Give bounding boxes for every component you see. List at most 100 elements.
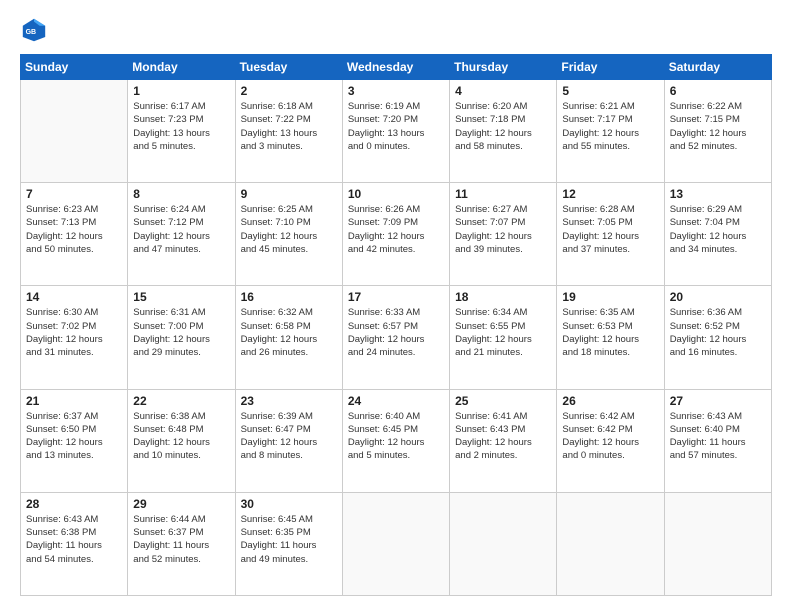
day-info: Sunrise: 6:43 AM Sunset: 6:40 PM Dayligh…	[670, 410, 766, 463]
calendar-cell: 22 Sunrise: 6:38 AM Sunset: 6:48 PM Dayli…	[128, 389, 235, 492]
day-info: Sunrise: 6:23 AM Sunset: 7:13 PM Dayligh…	[26, 203, 122, 256]
day-number: 7	[26, 187, 122, 201]
calendar-cell: 30 Sunrise: 6:45 AM Sunset: 6:35 PM Dayli…	[235, 492, 342, 595]
day-number: 13	[670, 187, 766, 201]
calendar-cell: 24Sunrise: 6:40 AM Sunset: 6:45 PM Dayli…	[342, 389, 449, 492]
day-info: Sunrise: 6:17 AM Sunset: 7:23 PM Dayligh…	[133, 100, 229, 153]
calendar-cell: 27 Sunrise: 6:43 AM Sunset: 6:40 PM Dayli…	[664, 389, 771, 492]
calendar-cell: 16 Sunrise: 6:32 AM Sunset: 6:58 PM Dayli…	[235, 286, 342, 389]
day-number: 19	[562, 290, 658, 304]
logo-icon: GB	[20, 16, 48, 44]
day-number: 3	[348, 84, 444, 98]
calendar-cell: 25 Sunrise: 6:41 AM Sunset: 6:43 PM Dayli…	[450, 389, 557, 492]
day-number: 17	[348, 290, 444, 304]
week-row-1: 7 Sunrise: 6:23 AM Sunset: 7:13 PM Daylig…	[21, 183, 772, 286]
header: GB	[20, 16, 772, 44]
day-number: 21	[26, 394, 122, 408]
day-number: 14	[26, 290, 122, 304]
day-number: 12	[562, 187, 658, 201]
day-info: Sunrise: 6:33 AM Sunset: 6:57 PM Dayligh…	[348, 306, 444, 359]
day-number: 30	[241, 497, 337, 511]
calendar-cell	[342, 492, 449, 595]
weekday-header-sunday: Sunday	[21, 55, 128, 80]
weekday-header-saturday: Saturday	[664, 55, 771, 80]
day-info: Sunrise: 6:27 AM Sunset: 7:07 PM Dayligh…	[455, 203, 551, 256]
calendar-cell: 26 Sunrise: 6:42 AM Sunset: 6:42 PM Dayli…	[557, 389, 664, 492]
day-number: 26	[562, 394, 658, 408]
week-row-0: 1 Sunrise: 6:17 AM Sunset: 7:23 PM Daylig…	[21, 80, 772, 183]
day-number: 15	[133, 290, 229, 304]
day-info: Sunrise: 6:38 AM Sunset: 6:48 PM Dayligh…	[133, 410, 229, 463]
day-info: Sunrise: 6:34 AM Sunset: 6:55 PM Dayligh…	[455, 306, 551, 359]
calendar-cell: 8 Sunrise: 6:24 AM Sunset: 7:12 PM Daylig…	[128, 183, 235, 286]
day-info: Sunrise: 6:25 AM Sunset: 7:10 PM Dayligh…	[241, 203, 337, 256]
week-row-4: 28Sunrise: 6:43 AM Sunset: 6:38 PM Dayli…	[21, 492, 772, 595]
calendar-cell	[557, 492, 664, 595]
calendar-cell: 10 Sunrise: 6:26 AM Sunset: 7:09 PM Dayli…	[342, 183, 449, 286]
day-number: 23	[241, 394, 337, 408]
day-info: Sunrise: 6:29 AM Sunset: 7:04 PM Dayligh…	[670, 203, 766, 256]
day-number: 8	[133, 187, 229, 201]
calendar-cell: 28Sunrise: 6:43 AM Sunset: 6:38 PM Dayli…	[21, 492, 128, 595]
day-number: 11	[455, 187, 551, 201]
day-info: Sunrise: 6:20 AM Sunset: 7:18 PM Dayligh…	[455, 100, 551, 153]
day-number: 10	[348, 187, 444, 201]
day-number: 25	[455, 394, 551, 408]
calendar-cell: 29 Sunrise: 6:44 AM Sunset: 6:37 PM Dayli…	[128, 492, 235, 595]
svg-text:GB: GB	[26, 29, 36, 36]
calendar-cell: 20 Sunrise: 6:36 AM Sunset: 6:52 PM Dayli…	[664, 286, 771, 389]
calendar-cell: 14 Sunrise: 6:30 AM Sunset: 7:02 PM Dayli…	[21, 286, 128, 389]
day-number: 5	[562, 84, 658, 98]
day-info: Sunrise: 6:41 AM Sunset: 6:43 PM Dayligh…	[455, 410, 551, 463]
calendar-cell: 9 Sunrise: 6:25 AM Sunset: 7:10 PM Daylig…	[235, 183, 342, 286]
day-info: Sunrise: 6:44 AM Sunset: 6:37 PM Dayligh…	[133, 513, 229, 566]
day-info: Sunrise: 6:32 AM Sunset: 6:58 PM Dayligh…	[241, 306, 337, 359]
calendar-cell	[664, 492, 771, 595]
calendar-cell: 1 Sunrise: 6:17 AM Sunset: 7:23 PM Daylig…	[128, 80, 235, 183]
day-number: 22	[133, 394, 229, 408]
calendar-table: SundayMondayTuesdayWednesdayThursdayFrid…	[20, 54, 772, 596]
day-info: Sunrise: 6:26 AM Sunset: 7:09 PM Dayligh…	[348, 203, 444, 256]
calendar-cell: 15 Sunrise: 6:31 AM Sunset: 7:00 PM Dayli…	[128, 286, 235, 389]
day-info: Sunrise: 6:30 AM Sunset: 7:02 PM Dayligh…	[26, 306, 122, 359]
day-number: 29	[133, 497, 229, 511]
day-info: Sunrise: 6:36 AM Sunset: 6:52 PM Dayligh…	[670, 306, 766, 359]
day-info: Sunrise: 6:42 AM Sunset: 6:42 PM Dayligh…	[562, 410, 658, 463]
day-info: Sunrise: 6:35 AM Sunset: 6:53 PM Dayligh…	[562, 306, 658, 359]
calendar-cell: 5Sunrise: 6:21 AM Sunset: 7:17 PM Daylig…	[557, 80, 664, 183]
weekday-header-monday: Monday	[128, 55, 235, 80]
logo: GB	[20, 16, 54, 44]
calendar-cell	[21, 80, 128, 183]
calendar-cell: 13 Sunrise: 6:29 AM Sunset: 7:04 PM Dayli…	[664, 183, 771, 286]
day-info: Sunrise: 6:45 AM Sunset: 6:35 PM Dayligh…	[241, 513, 337, 566]
calendar-cell: 17 Sunrise: 6:33 AM Sunset: 6:57 PM Dayli…	[342, 286, 449, 389]
day-number: 6	[670, 84, 766, 98]
day-info: Sunrise: 6:28 AM Sunset: 7:05 PM Dayligh…	[562, 203, 658, 256]
weekday-header-tuesday: Tuesday	[235, 55, 342, 80]
calendar-cell: 6 Sunrise: 6:22 AM Sunset: 7:15 PM Daylig…	[664, 80, 771, 183]
calendar-cell: 4Sunrise: 6:20 AM Sunset: 7:18 PM Daylig…	[450, 80, 557, 183]
calendar-cell	[450, 492, 557, 595]
day-number: 1	[133, 84, 229, 98]
day-info: Sunrise: 6:37 AM Sunset: 6:50 PM Dayligh…	[26, 410, 122, 463]
day-number: 27	[670, 394, 766, 408]
day-number: 9	[241, 187, 337, 201]
day-info: Sunrise: 6:24 AM Sunset: 7:12 PM Dayligh…	[133, 203, 229, 256]
day-number: 20	[670, 290, 766, 304]
calendar-cell: 23Sunrise: 6:39 AM Sunset: 6:47 PM Dayli…	[235, 389, 342, 492]
week-row-2: 14 Sunrise: 6:30 AM Sunset: 7:02 PM Dayli…	[21, 286, 772, 389]
day-info: Sunrise: 6:40 AM Sunset: 6:45 PM Dayligh…	[348, 410, 444, 463]
calendar-cell: 12 Sunrise: 6:28 AM Sunset: 7:05 PM Dayli…	[557, 183, 664, 286]
day-number: 28	[26, 497, 122, 511]
calendar-cell: 11 Sunrise: 6:27 AM Sunset: 7:07 PM Dayli…	[450, 183, 557, 286]
day-info: Sunrise: 6:19 AM Sunset: 7:20 PM Dayligh…	[348, 100, 444, 153]
weekday-header-friday: Friday	[557, 55, 664, 80]
day-number: 18	[455, 290, 551, 304]
calendar-cell: 21 Sunrise: 6:37 AM Sunset: 6:50 PM Dayli…	[21, 389, 128, 492]
calendar-cell: 7 Sunrise: 6:23 AM Sunset: 7:13 PM Daylig…	[21, 183, 128, 286]
day-info: Sunrise: 6:31 AM Sunset: 7:00 PM Dayligh…	[133, 306, 229, 359]
weekday-header-thursday: Thursday	[450, 55, 557, 80]
calendar-cell: 3 Sunrise: 6:19 AM Sunset: 7:20 PM Daylig…	[342, 80, 449, 183]
day-info: Sunrise: 6:22 AM Sunset: 7:15 PM Dayligh…	[670, 100, 766, 153]
day-number: 16	[241, 290, 337, 304]
